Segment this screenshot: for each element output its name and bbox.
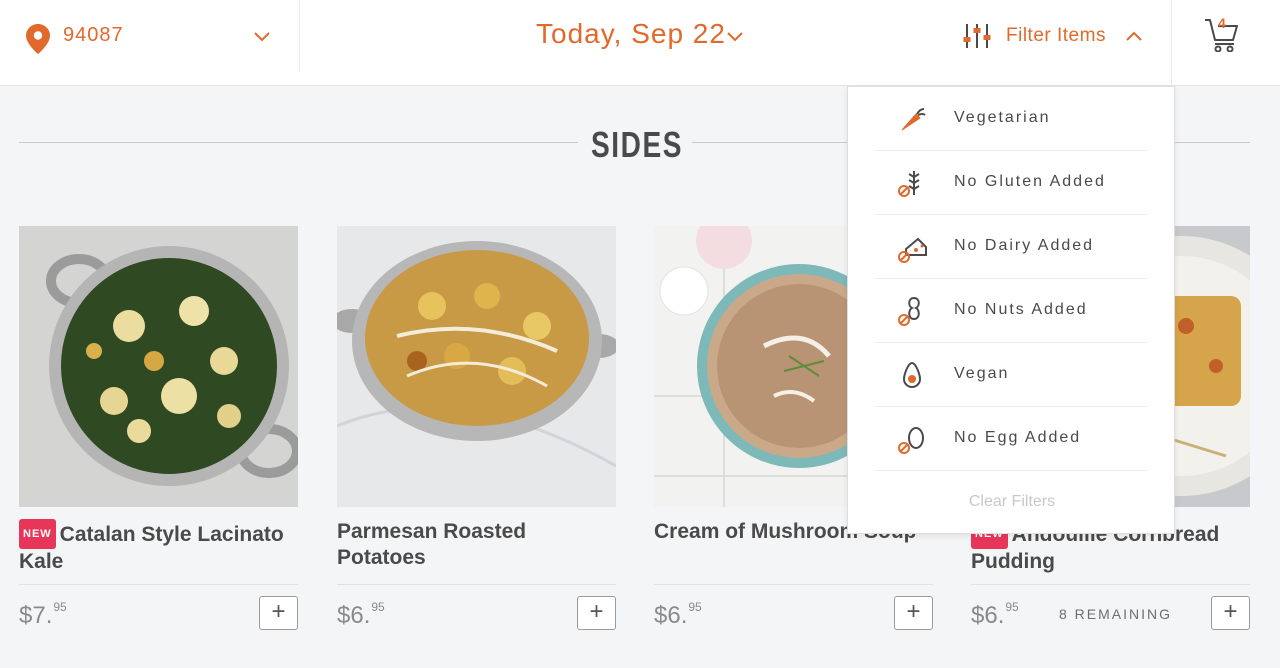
price-main: $7. [19,602,53,629]
filter-option-no-gluten[interactable]: No Gluten Added [874,151,1148,215]
location-pin-icon [26,24,50,54]
price-cents: 95 [371,600,385,614]
filter-option-no-egg[interactable]: No Egg Added [874,407,1148,471]
card-divider [337,584,616,585]
filter-option-label: No Egg Added [954,429,1082,446]
avocado-icon [902,361,922,389]
filter-option-label: No Nuts Added [954,301,1088,318]
filter-items-button[interactable]: Filter Items [962,20,1152,52]
card-divider [19,584,298,585]
section-divider [19,142,578,143]
potatoes-dish-illustration [337,226,616,507]
price: $7.95 [19,600,67,630]
price-cents: 95 [1005,600,1019,614]
section-title: SIDES [591,124,684,165]
cart-button[interactable]: 4 [1171,0,1280,86]
price: $6.95 [971,600,1019,630]
wheat-icon [898,171,920,197]
card-divider [971,584,1250,585]
product-image[interactable] [19,226,298,507]
add-to-cart-button[interactable]: + [577,596,616,630]
product-name[interactable]: Parmesan Roasted Potatoes [337,519,616,579]
price-cents: 95 [688,600,702,614]
add-to-cart-button[interactable]: + [1211,596,1250,630]
filter-items-label: Filter Items [1006,25,1106,46]
egg-icon [898,427,924,454]
filter-dropdown: Vegetarian No Gluten Added No Dairy Adde… [847,86,1175,534]
filter-option-vegan[interactable]: Vegan [874,343,1148,407]
remaining-count: 8 REMAINING [1059,606,1173,622]
filter-option-no-dairy[interactable]: No Dairy Added [874,215,1148,279]
new-badge: NEW [19,519,56,549]
zip-selector[interactable]: 94087 [0,0,300,72]
clear-filters-button[interactable]: Clear Filters [848,493,1176,511]
card-divider [654,584,933,585]
top-header: 94087 Today, Sep 22 Filter Items 4 [0,0,1280,86]
delivery-date: Today, Sep 22 [536,18,726,49]
price-main: $6. [654,602,688,629]
chevron-down-icon [254,32,270,42]
filter-option-label: No Dairy Added [954,237,1095,254]
price: $6.95 [337,600,385,630]
add-to-cart-button[interactable]: + [259,596,298,630]
chevron-down-icon [727,32,743,42]
filter-option-no-nuts[interactable]: No Nuts Added [874,279,1148,343]
price: $6.95 [654,600,702,630]
product-card[interactable]: Parmesan Roasted Potatoes $6.95 + [337,226,616,630]
filter-option-label: No Gluten Added [954,173,1106,190]
product-name[interactable]: NEW Catalan Style Lacinato Kale [19,519,298,579]
kale-dish-illustration [19,226,298,507]
price-main: $6. [971,602,1005,629]
filter-option-vegetarian[interactable]: Vegetarian [874,87,1148,151]
product-card[interactable]: NEW Catalan Style Lacinato Kale $7.95 + [19,226,298,630]
peanut-icon [898,296,920,326]
price-main: $6. [337,602,371,629]
filter-option-label: Vegan [954,365,1010,382]
filter-option-label: Vegetarian [954,109,1051,126]
price-cents: 95 [53,600,67,614]
product-name-text: Catalan Style Lacinato Kale [19,523,284,573]
cart-count-badge: 4 [1218,15,1226,31]
product-image[interactable] [337,226,616,507]
cheese-icon [898,237,927,263]
chevron-up-icon [1126,31,1142,41]
add-to-cart-button[interactable]: + [894,596,933,630]
sliders-icon [963,24,991,48]
zip-code: 94087 [63,24,124,46]
carrot-icon [901,108,926,131]
